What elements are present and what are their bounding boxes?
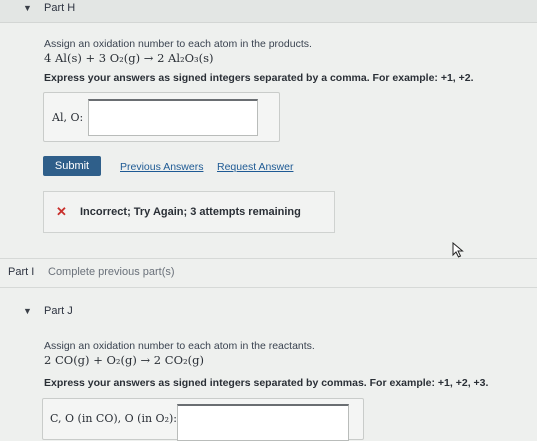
part-h-format-note: Express your answers as signed integers …: [44, 72, 474, 84]
answer-label: Al, O:: [52, 111, 84, 124]
collapse-caret-icon[interactable]: ▼: [23, 306, 32, 316]
part-h-title[interactable]: Part H: [44, 2, 75, 14]
incorrect-x-icon: ✕: [56, 204, 67, 219]
previous-answers-link[interactable]: Previous Answers: [120, 161, 203, 173]
mouse-cursor-icon: [452, 242, 464, 258]
part-j-equation: 2 CO(g) + O₂(g) → 2 CO₂(g): [44, 353, 204, 367]
feedback-message: Incorrect; Try Again; 3 attempts remaini…: [80, 206, 301, 218]
collapse-caret-icon[interactable]: ▼: [23, 3, 32, 13]
part-j-format-note: Express your answers as signed integers …: [44, 377, 489, 389]
answer-input[interactable]: [177, 404, 349, 441]
answer-label: C, O (in CO), O (in O₂):: [50, 412, 177, 425]
part-i-status: Complete previous part(s): [48, 266, 175, 278]
section-divider: [0, 258, 537, 259]
part-h-header[interactable]: [0, 0, 537, 23]
part-i-label: Part I: [8, 266, 35, 278]
request-answer-link[interactable]: Request Answer: [217, 161, 293, 173]
part-j-instruction: Assign an oxidation number to each atom …: [44, 340, 315, 352]
answer-input[interactable]: [88, 99, 258, 136]
submit-button[interactable]: Submit: [43, 156, 101, 176]
part-h-instruction: Assign an oxidation number to each atom …: [44, 38, 312, 50]
part-h-equation: 4 Al(s) + 3 O₂(g) → 2 Al₂O₃(s): [44, 51, 214, 65]
part-j-title[interactable]: Part J: [44, 305, 73, 317]
section-divider: [0, 287, 537, 288]
